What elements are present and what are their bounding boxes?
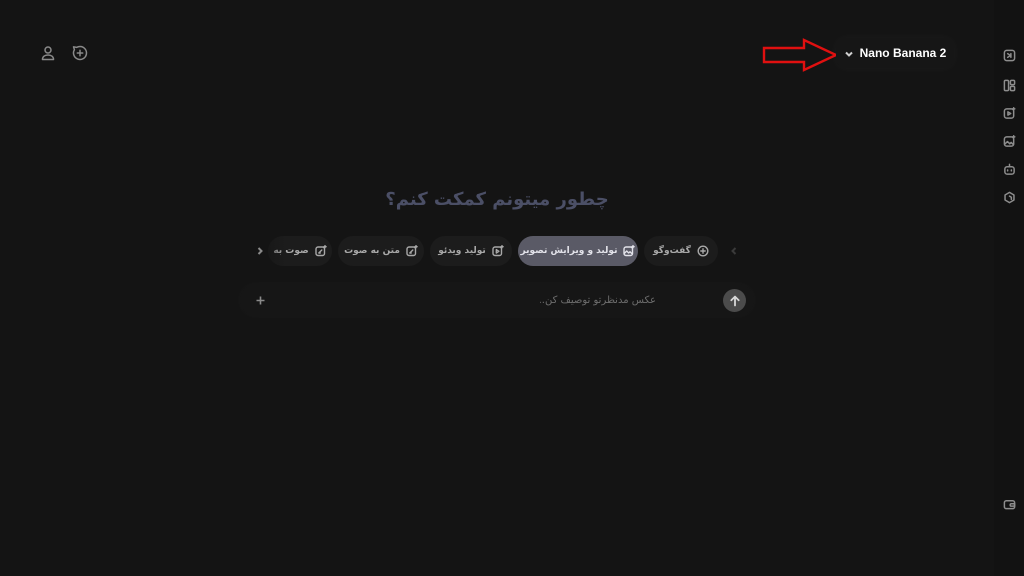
model-selector-label: Nano Banana 2 — [860, 46, 947, 60]
mode-tabs: گفت‌وگو تولید و ویرایش تصویر تولید ویدئو… — [246, 236, 746, 266]
new-window-icon — [1003, 49, 1016, 62]
rail-item-video[interactable] — [994, 103, 1024, 123]
plus-circle-icon — [697, 245, 709, 257]
robot-icon — [1003, 163, 1016, 176]
rail-item-plugins[interactable] — [994, 187, 1024, 207]
tab-image-label: تولید و ویرایش تصویر — [521, 246, 618, 256]
layout-icon — [1003, 79, 1016, 92]
model-selector[interactable]: Nano Banana 2 — [836, 38, 954, 68]
wallet-icon — [1003, 498, 1016, 511]
tab-video[interactable]: تولید ویدئو — [430, 236, 512, 266]
right-rail — [994, 0, 1024, 576]
edit-sparkle-icon — [406, 245, 418, 257]
puzzle-icon — [1003, 191, 1016, 204]
chevron-left-icon — [730, 247, 738, 255]
attach-button[interactable] — [252, 292, 268, 308]
account-button[interactable] — [38, 43, 58, 63]
tab-chat-label: گفت‌وگو — [653, 246, 691, 256]
video-sparkle-icon — [1003, 107, 1016, 120]
tab-speech-to-label: صوت به — [273, 246, 308, 256]
tab-chat[interactable]: گفت‌وگو — [644, 236, 718, 266]
new-chat-button[interactable] — [70, 43, 90, 63]
send-button[interactable] — [723, 289, 746, 312]
rail-item-bot[interactable] — [994, 159, 1024, 179]
plus-icon — [256, 296, 265, 305]
tab-video-label: تولید ویدئو — [438, 246, 486, 256]
scroll-left-button[interactable] — [252, 243, 268, 259]
rail-item-layout[interactable] — [994, 75, 1024, 95]
page-title: چطور میتونم کمکت کنم؟ — [0, 189, 994, 210]
image-sparkle-icon — [623, 245, 635, 257]
video-sparkle-icon — [492, 245, 504, 257]
annotation-arrow-icon — [760, 37, 840, 73]
plus-circle-icon — [72, 45, 88, 61]
chevron-right-icon — [256, 247, 264, 255]
tab-text-to-speech[interactable]: متن به صوت — [338, 236, 424, 266]
prompt-bar — [240, 284, 754, 316]
image-sparkle-icon — [1003, 135, 1016, 148]
scroll-right-button[interactable] — [726, 243, 742, 259]
rail-item-image[interactable] — [994, 131, 1024, 151]
tab-image[interactable]: تولید و ویرایش تصویر — [518, 236, 638, 266]
edit-sparkle-icon — [315, 245, 327, 257]
rail-item-new-window[interactable] — [994, 45, 1024, 65]
tab-speech-to[interactable]: صوت به — [268, 236, 332, 266]
chevron-down-icon — [844, 44, 854, 63]
user-icon — [40, 45, 56, 61]
rail-item-wallet[interactable] — [994, 494, 1024, 514]
prompt-input[interactable] — [540, 292, 656, 308]
tab-text-to-speech-label: متن به صوت — [344, 246, 400, 256]
arrow-up-icon — [729, 295, 741, 307]
